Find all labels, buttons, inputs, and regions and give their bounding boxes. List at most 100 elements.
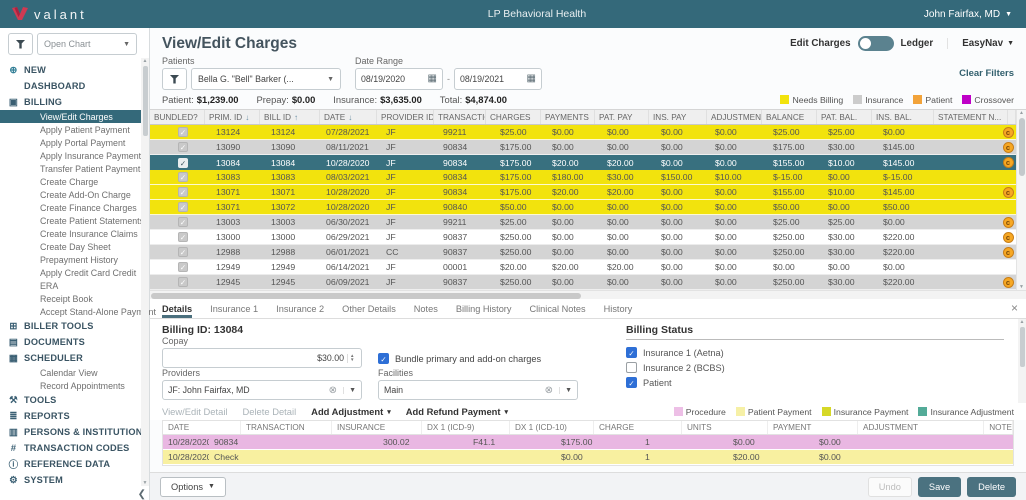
bundled-checkbox[interactable]: ✓: [178, 172, 188, 182]
charges-row[interactable]: ✓ 12949 12949 06/14/2021 JF 00001 $20.00…: [150, 260, 1016, 275]
open-chart-dropdown[interactable]: Open Chart ▼: [37, 33, 137, 55]
delete-detail-link[interactable]: Delete Detail: [242, 406, 296, 417]
billing-status-option[interactable]: ✓ Patient: [626, 375, 1004, 390]
col-status-icon[interactable]: [1008, 110, 1016, 124]
sidebar-item[interactable]: ⊞ BILLER TOOLS: [0, 318, 149, 334]
providers-combobox[interactable]: JF: John Fairfax, MD ⊗ ▼: [162, 380, 362, 400]
tab[interactable]: Billing History: [456, 299, 512, 318]
delete-button[interactable]: Delete: [967, 477, 1016, 497]
details-scrollbar[interactable]: ▲: [1018, 319, 1026, 403]
billing-status-option[interactable]: ✓ Insurance 1 (Aetna): [626, 345, 1004, 360]
tab[interactable]: Insurance 2: [276, 299, 324, 318]
detail-col-header[interactable]: NOTE: [984, 421, 1013, 434]
charges-horizontal-scrollbar[interactable]: [150, 290, 1026, 299]
bundled-checkbox[interactable]: ✓: [178, 247, 188, 257]
sidebar-item[interactable]: View/Edit Charges: [0, 110, 149, 123]
add-refund-payment-menu[interactable]: Add Refund Payment▾: [406, 406, 508, 417]
detail-col-header[interactable]: INSURANCE: [332, 421, 422, 434]
charges-row[interactable]: ✓ 12945 12945 06/09/2021 JF 90837 $250.0…: [150, 275, 1016, 290]
sidebar-item[interactable]: Create Finance Charges: [0, 201, 149, 214]
sidebar-item[interactable]: ▥ PERSONS & INSTITUTIONS: [0, 424, 149, 440]
scroll-up-icon[interactable]: ▲: [1020, 319, 1025, 325]
charges-row[interactable]: ✓ 13003 13003 06/30/2021 JF 99211 $25.00…: [150, 215, 1016, 230]
sidebar-item[interactable]: Prepayment History: [0, 253, 149, 266]
edit-ledger-toggle[interactable]: [858, 36, 894, 51]
options-button[interactable]: Options ▼: [160, 477, 226, 497]
clear-icon[interactable]: ⊗: [545, 385, 553, 396]
billing-status-option[interactable]: Insurance 2 (BCBS): [626, 360, 1004, 375]
bundled-checkbox[interactable]: ✓: [178, 277, 188, 287]
tab[interactable]: History: [604, 299, 633, 318]
col-adjustments[interactable]: ADJUSTMENTS: [707, 110, 762, 124]
sidebar-item[interactable]: ≣ REPORTS: [0, 408, 149, 424]
col-ins-pay[interactable]: INS. PAY: [649, 110, 707, 124]
detail-col-header[interactable]: PAYMENT: [768, 421, 858, 434]
copay-input[interactable]: $30.00 ▲▼: [162, 348, 362, 368]
col-charges[interactable]: CHARGES: [486, 110, 541, 124]
scrollbar-thumb[interactable]: [143, 66, 148, 136]
scrollbar-thumb[interactable]: [1020, 327, 1025, 367]
col-date[interactable]: DATE ↓: [320, 110, 377, 124]
sidebar-item[interactable]: Create Add-On Charge: [0, 188, 149, 201]
col-payments[interactable]: PAYMENTS: [541, 110, 595, 124]
sidebar-scrollbar[interactable]: ▲ ▼: [141, 58, 149, 486]
facilities-combobox[interactable]: Main ⊗ ▼: [378, 380, 578, 400]
calendar-icon[interactable]: ▦: [428, 74, 437, 84]
date-to-input[interactable]: 08/19/2021 ▦: [454, 68, 542, 90]
bundled-checkbox[interactable]: ✓: [178, 202, 188, 212]
sidebar-item[interactable]: Apply Insurance Payment: [0, 149, 149, 162]
sidebar-item[interactable]: # TRANSACTION CODES: [0, 440, 149, 456]
scroll-up-icon[interactable]: ▲: [143, 58, 148, 64]
col-transaction[interactable]: TRANSACTION: [434, 110, 486, 124]
date-from-input[interactable]: 08/19/2020 ▦: [355, 68, 443, 90]
status-checkbox[interactable]: ✓: [626, 347, 637, 358]
sidebar-item[interactable]: Apply Patient Payment: [0, 123, 149, 136]
detail-row[interactable]: 10/28/2020 Check $0.00 1 $20.00 $0.00: [163, 450, 1013, 465]
charges-row[interactable]: ✓ 13000 13000 06/29/2021 JF 90837 $250.0…: [150, 230, 1016, 245]
col-provider-id[interactable]: PROVIDER ID: [377, 110, 434, 124]
patients-filter-button[interactable]: [162, 68, 187, 90]
detail-col-header[interactable]: DATE: [163, 421, 241, 434]
col-prim-id[interactable]: PRIM. ID ↓: [205, 110, 260, 124]
sidebar-item[interactable]: ▣ BILLING: [0, 94, 149, 110]
sidebar-item[interactable]: ⓘ REFERENCE DATA: [0, 456, 149, 472]
user-menu[interactable]: John Fairfax, MD ▼: [924, 9, 1026, 20]
save-button[interactable]: Save: [918, 477, 961, 497]
close-icon[interactable]: ×: [1011, 301, 1018, 315]
detail-col-header[interactable]: DX 1 (ICD-10): [510, 421, 594, 434]
detail-col-header[interactable]: TRANSACTION: [241, 421, 332, 434]
detail-col-header[interactable]: DX 1 (ICD-9): [422, 421, 510, 434]
detail-row[interactable]: 10/28/2020 90834 300.02 F41.1 $175.00 1 …: [163, 435, 1013, 450]
sidebar-item[interactable]: ▦ SCHEDULER: [0, 350, 149, 366]
tab[interactable]: Insurance 1: [210, 299, 258, 318]
scroll-up-icon[interactable]: ▲: [1019, 110, 1024, 116]
bundled-checkbox[interactable]: ✓: [178, 262, 188, 272]
clear-filters-link[interactable]: Clear Filters: [959, 68, 1014, 79]
col-bill-id[interactable]: BILL ID ↑: [260, 110, 320, 124]
detail-col-header[interactable]: UNITS: [682, 421, 768, 434]
sidebar-collapse-button[interactable]: ❮: [138, 489, 146, 500]
col-balance[interactable]: BALANCE: [762, 110, 817, 124]
sidebar-item[interactable]: ⚙ SYSTEM: [0, 472, 149, 488]
charges-row[interactable]: ✓ 13071 13072 10/28/2020 JF 90840 $50.00…: [150, 200, 1016, 215]
detail-col-header[interactable]: ADJUSTMENT: [858, 421, 984, 434]
bundled-checkbox[interactable]: ✓: [178, 187, 188, 197]
sidebar-item[interactable]: Record Appointments: [0, 379, 149, 392]
bundled-checkbox[interactable]: ✓: [178, 217, 188, 227]
calendar-icon[interactable]: ▦: [527, 74, 536, 84]
sidebar-item[interactable]: Apply Credit Card Credit: [0, 266, 149, 279]
bundled-checkbox[interactable]: ✓: [178, 158, 188, 168]
sidebar-item[interactable]: ▤ DOCUMENTS: [0, 334, 149, 350]
sidebar-item[interactable]: DASHBOARD: [0, 78, 149, 94]
easynav-dropdown[interactable]: EasyNav ▼: [947, 38, 1014, 49]
col-statement[interactable]: STATEMENT N...: [934, 110, 1008, 124]
scrollbar-thumb[interactable]: [151, 293, 581, 299]
chart-filter-button[interactable]: [8, 33, 33, 55]
sidebar-item[interactable]: Create Charge: [0, 175, 149, 188]
scrollbar-thumb[interactable]: [1019, 118, 1025, 176]
bundled-checkbox[interactable]: ✓: [178, 142, 188, 152]
sidebar-item[interactable]: Receipt Book: [0, 292, 149, 305]
charges-row[interactable]: ✓ 12988 12988 06/01/2021 CC 90837 $250.0…: [150, 245, 1016, 260]
status-checkbox[interactable]: ✓: [626, 377, 637, 388]
charges-row[interactable]: ✓ 13084 13084 10/28/2020 JF 90834 $175.0…: [150, 155, 1016, 170]
